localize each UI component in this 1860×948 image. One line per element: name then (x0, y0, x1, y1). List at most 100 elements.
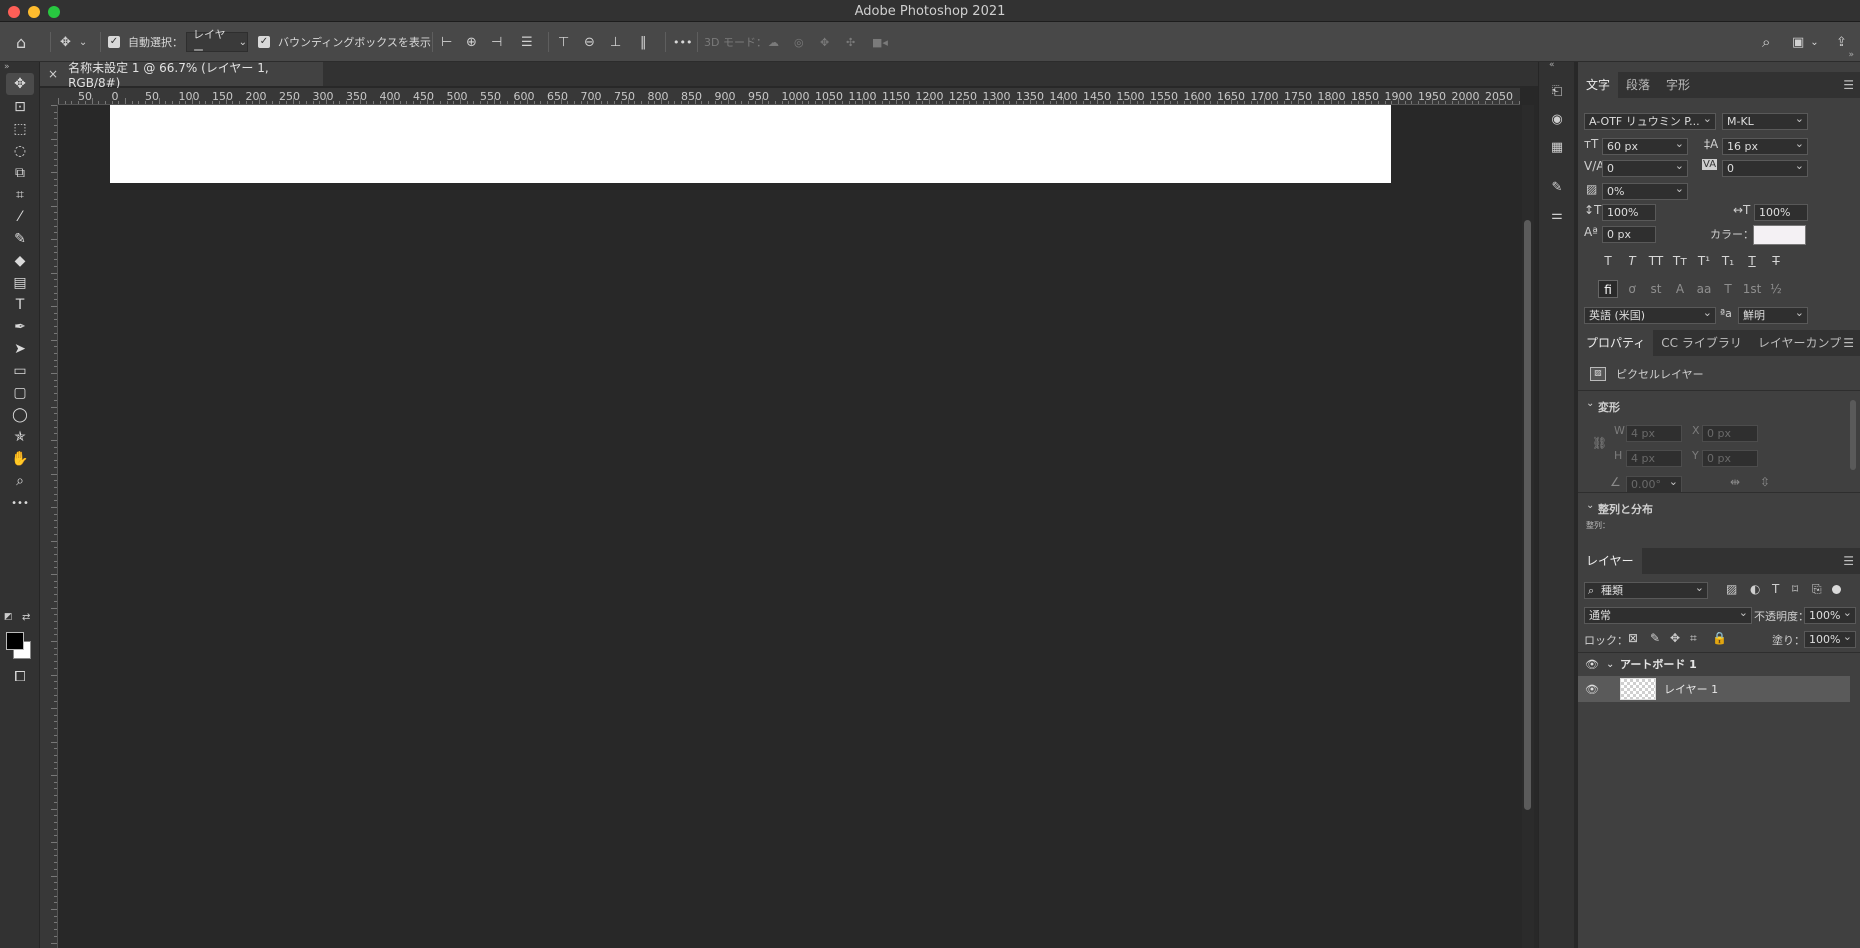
lock-transparent-icon[interactable]: ⊠ (1628, 631, 1638, 645)
filter-toggle[interactable] (1832, 585, 1841, 594)
distribute-vertical-button[interactable]: ‖ (640, 32, 647, 52)
brush-settings-icon[interactable]: ✎ (1547, 180, 1567, 200)
filter-adjustment-icon[interactable]: ◐ (1750, 582, 1760, 596)
horizontal-ruler[interactable]: 50 0 50 100 150 200 250 300 350 400 450 500 550 600 65… (58, 88, 1520, 105)
baseline-shift-field[interactable]: 0 px (1602, 226, 1656, 243)
antialias-dropdown[interactable]: 鮮明 (1738, 305, 1808, 324)
canvas-area[interactable] (58, 105, 1520, 948)
language-dropdown[interactable]: 英語 (米国) (1584, 305, 1716, 324)
text-style-button-2[interactable]: TT (1646, 252, 1666, 270)
chevron-down-icon[interactable]: ⌄ (1606, 659, 1620, 670)
angle-field[interactable]: 0.00° (1626, 474, 1682, 493)
layer-filter-dropdown[interactable]: ⌕ 種類 (1584, 580, 1708, 599)
path-select-tool[interactable]: ➤ (6, 338, 34, 360)
marquee-tool[interactable]: ⬚ (6, 118, 34, 140)
text-style-button-4[interactable]: T¹ (1694, 252, 1714, 270)
filter-pixel-icon[interactable]: ▨ (1726, 582, 1737, 596)
type-tool[interactable]: T (6, 294, 34, 316)
text-style-button-6[interactable]: T (1742, 252, 1762, 270)
align-top-button[interactable]: ⊤ (558, 32, 569, 52)
more-options-button[interactable]: ••• (673, 32, 692, 52)
align-hcenter-button[interactable]: ⊕ (466, 32, 477, 52)
ellipse-tool[interactable]: ◯ (6, 404, 34, 426)
move-tool[interactable]: ✥ (6, 73, 34, 95)
collapse-toolbar-icon[interactable]: » (4, 62, 10, 72)
leading-field[interactable]: 16 px (1722, 136, 1808, 155)
collapse-strip-icon[interactable]: « (1549, 60, 1555, 70)
vertical-ruler[interactable] (40, 105, 58, 948)
font-family-dropdown[interactable]: A-OTF リュウミン P... (1584, 111, 1716, 130)
foreground-color-swatch[interactable] (6, 632, 24, 650)
tab-glyphs[interactable]: 字形 (1658, 72, 1698, 98)
tab-character[interactable]: 文字 (1578, 72, 1619, 98)
opentype-feature-button-0[interactable]: fi (1598, 280, 1618, 298)
screen-mode-button[interactable]: ⧠ (6, 666, 34, 688)
auto-select-checkbox[interactable]: ✓ (108, 32, 120, 52)
tsume-field[interactable]: 0% (1602, 181, 1688, 200)
custom-shape-tool[interactable]: ✯ (6, 426, 34, 448)
3d-orbit-button[interactable]: ☁ (768, 32, 779, 52)
3d-scale-button[interactable]: ■◂ (872, 32, 888, 52)
visibility-eye-icon[interactable]: 👁 (1578, 658, 1606, 671)
search-button[interactable]: ⌕ (1762, 32, 1770, 52)
scrollbar-thumb[interactable] (1524, 220, 1531, 810)
lasso-tool[interactable]: ◌ (6, 140, 34, 162)
filter-shape-icon[interactable]: ⌑ (1792, 582, 1798, 596)
horizontal-scale-field[interactable]: 100% (1754, 204, 1808, 221)
filter-smart-object-icon[interactable]: ⎘ (1812, 582, 1822, 597)
crop-tool[interactable]: ⌗ (6, 184, 34, 206)
flip-horizontal-icon[interactable]: ⇹ (1730, 475, 1740, 489)
object-select-tool[interactable]: ⧉ (6, 162, 34, 184)
tab-properties[interactable]: プロパティ (1578, 330, 1654, 356)
link-icon[interactable]: ⛓ (1592, 436, 1607, 450)
lock-artboard-icon[interactable]: ⌗ (1690, 631, 1697, 646)
lock-position-icon[interactable]: ✥ (1670, 631, 1680, 645)
flip-vertical-icon[interactable]: ⇳ (1760, 475, 1770, 489)
layer-row-artboard[interactable]: 👁 ⌄ アートボード 1 (1578, 651, 1850, 677)
text-style-button-7[interactable]: T (1766, 252, 1786, 270)
text-color-swatch[interactable] (1753, 225, 1806, 245)
opentype-feature-button-3[interactable]: A (1670, 280, 1690, 298)
panel-menu-icon[interactable]: ☰ (1843, 554, 1854, 568)
align-right-button[interactable]: ⊣ (491, 32, 502, 52)
y-field[interactable]: 0 px (1702, 450, 1758, 467)
tab-layer-comps[interactable]: レイヤーカンプ (1750, 330, 1849, 356)
color-icon[interactable]: ◉ (1547, 112, 1567, 132)
x-field[interactable]: 0 px (1702, 425, 1758, 442)
lock-all-icon[interactable]: 🔒 (1712, 631, 1727, 645)
gradient-tool[interactable]: ▤ (6, 272, 34, 294)
blend-mode-dropdown[interactable]: 通常 (1584, 605, 1752, 624)
auto-select-dropdown[interactable]: レイヤー ⌄ (186, 28, 248, 57)
height-field[interactable]: 4 px (1626, 450, 1682, 467)
text-style-button-0[interactable]: T (1598, 252, 1618, 270)
swap-colors-icon[interactable]: ⇄ (22, 612, 30, 623)
opacity-field[interactable]: 100% (1804, 605, 1856, 624)
show-transform-checkbox[interactable]: ✓ (258, 32, 270, 52)
align-bottom-button[interactable]: ⊥ (610, 32, 621, 52)
font-style-dropdown[interactable]: M-KL (1722, 111, 1808, 130)
tab-paragraph[interactable]: 段落 (1618, 72, 1658, 98)
filter-type-icon[interactable]: T (1772, 582, 1779, 596)
artboard-tool[interactable]: ⊡ (6, 96, 34, 118)
rounded-rect-tool[interactable]: ▢ (6, 382, 34, 404)
tab-cc-libraries[interactable]: CC ライブラリ (1653, 330, 1750, 356)
close-tab-icon[interactable]: × (48, 67, 58, 81)
3d-pan-button[interactable]: ✥ (820, 32, 829, 52)
vertical-scale-field[interactable]: 100% (1602, 204, 1656, 221)
collapse-panels-icon[interactable]: » (1848, 50, 1854, 60)
panel-menu-icon[interactable]: ☰ (1843, 78, 1854, 92)
brush-tool[interactable]: ✎ (6, 228, 34, 250)
text-style-button-3[interactable]: Tт (1670, 252, 1690, 270)
text-style-button-1[interactable]: T (1622, 252, 1642, 270)
swatches-icon[interactable]: ▦ (1547, 140, 1567, 160)
text-style-button-5[interactable]: T₁ (1718, 252, 1738, 270)
layer-row-pixel[interactable]: 👁 レイヤー 1 (1578, 676, 1850, 702)
distribute-horizontal-button[interactable]: ☰ (521, 32, 533, 52)
panel-menu-icon[interactable]: ☰ (1843, 336, 1854, 350)
lock-image-icon[interactable]: ✎ (1650, 631, 1660, 645)
align-left-button[interactable]: ⊢ (441, 32, 452, 52)
home-button[interactable]: ⌂ (16, 32, 26, 52)
ruler-origin[interactable] (40, 88, 58, 105)
default-colors-icon[interactable]: ◩ (4, 612, 13, 622)
fill-field[interactable]: 100% (1804, 629, 1856, 648)
